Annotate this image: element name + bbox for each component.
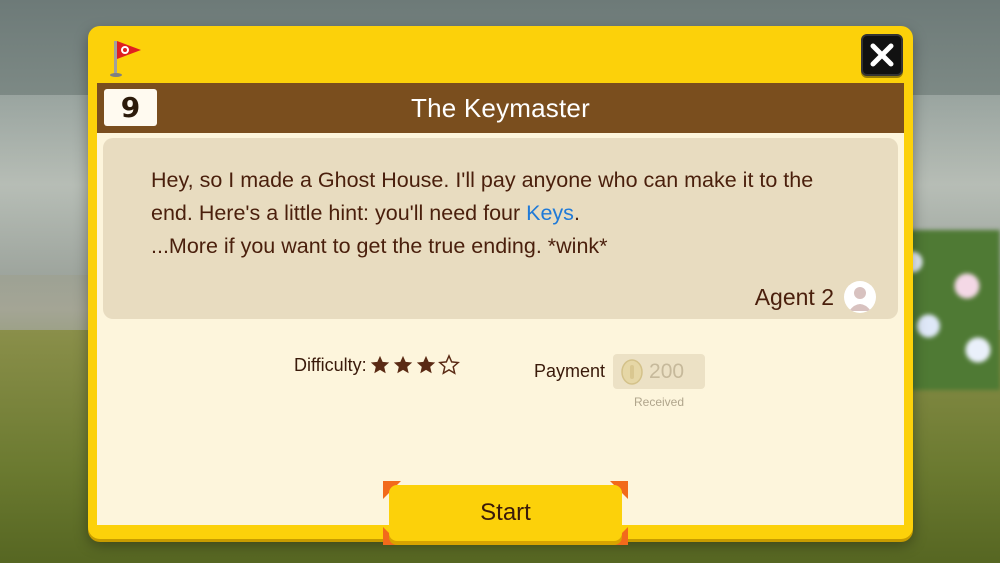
description-line-3: ...More if you want to get the true endi… <box>151 234 608 258</box>
course-title: The Keymaster <box>411 92 590 123</box>
description-line-2: end. Here's a little hint: you'll need f… <box>151 197 871 230</box>
payment: Payment 200 <box>534 354 706 389</box>
payment-amount: 200 <box>649 359 685 383</box>
description-text: end. Here's a little hint: you'll need f… <box>151 201 527 225</box>
difficulty-label: Difficulty: <box>294 354 367 375</box>
start-button-label: Start <box>389 485 622 541</box>
difficulty: Difficulty: <box>294 354 460 376</box>
info-row: Difficulty: Payment 200 Received <box>97 348 904 409</box>
course-number-badge: 9 <box>104 89 157 126</box>
star-empty-icon <box>437 354 460 375</box>
start-button[interactable]: Start <box>383 481 628 545</box>
author-name: Agent 2 <box>754 283 834 310</box>
difficulty-stars <box>369 354 460 376</box>
close-icon <box>870 43 894 67</box>
message-box: Hey, so I made a Ghost House. I'll pay a… <box>103 138 898 319</box>
star-filled-icon <box>370 355 389 374</box>
keyword-keys: Keys <box>526 201 574 225</box>
payment-status: Received <box>634 395 685 409</box>
description-line-1: Hey, so I made a Ghost House. I'll pay a… <box>151 168 814 192</box>
payment-label: Payment <box>534 361 606 381</box>
star-filled-icon <box>416 355 435 374</box>
user-avatar-icon <box>844 281 876 313</box>
star-filled-icon <box>393 355 412 374</box>
coin-icon <box>621 358 643 385</box>
author: Agent 2 <box>755 280 876 314</box>
course-dialog: The Keymaster 9 Hey, so I made a Ghost H… <box>88 26 913 545</box>
flag-icon <box>110 41 141 77</box>
description-text: . <box>573 201 580 225</box>
title-bar: The Keymaster 9 <box>97 83 904 133</box>
course-description: Hey, so I made a Ghost House. I'll pay a… <box>151 164 871 263</box>
dialog-content: Hey, so I made a Ghost House. I'll pay a… <box>97 133 904 545</box>
payment-box: 200 <box>613 354 706 389</box>
close-button[interactable] <box>861 34 903 76</box>
